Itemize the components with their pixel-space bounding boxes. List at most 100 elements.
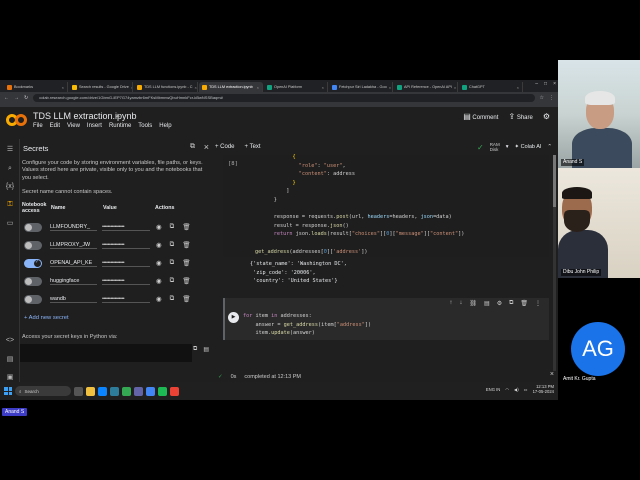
reload-icon[interactable]: ↻ (24, 95, 28, 101)
collapse-icon[interactable]: ⌃ (547, 144, 552, 150)
notebook-access-toggle[interactable] (24, 258, 42, 268)
battery-icon[interactable]: ▭ (524, 387, 528, 392)
taskbar-clock[interactable]: 12:13 PM 17-05-2024 (533, 384, 554, 394)
copy-icon[interactable]: ⧉ (170, 259, 175, 267)
secret-value[interactable]: •••••••••••••••• (102, 296, 150, 303)
copy-icon[interactable]: ⧉ (170, 295, 175, 303)
browser-tab[interactable]: OpenAI Platform × (264, 82, 328, 92)
files-icon[interactable]: ▭ (5, 219, 15, 229)
close-window-icon[interactable]: × (553, 81, 556, 87)
volume-icon[interactable]: ◀) (514, 387, 519, 392)
wifi-icon[interactable]: ◠ (505, 387, 509, 392)
spotify-icon[interactable] (158, 386, 167, 396)
notebook-access-toggle[interactable] (24, 222, 42, 232)
task-view-icon[interactable] (74, 386, 83, 396)
browser-tab[interactable]: API Reference - OpenAI API × (394, 82, 458, 92)
notebook-access-toggle[interactable] (24, 294, 42, 304)
notebook-scrollbar[interactable] (553, 155, 556, 388)
code-editor[interactable]: for item in addresses: answer = get_addr… (243, 312, 371, 338)
add-text-button[interactable]: + Text (245, 144, 261, 150)
show-value-icon[interactable]: ◉ (156, 241, 162, 249)
copy-icon[interactable]: ⧉ (170, 223, 175, 231)
notebook-access-toggle[interactable] (24, 276, 42, 286)
show-value-icon[interactable]: ◉ (156, 223, 162, 231)
delete-icon[interactable]: 🗑 (182, 259, 190, 267)
link-icon[interactable]: ⛓ (469, 300, 477, 307)
secret-value[interactable]: •••••••••••••••• (102, 224, 150, 231)
close-tab-icon[interactable]: × (454, 85, 456, 90)
code-editor[interactable]: { "role": "user", "content": address } ]… (255, 153, 464, 256)
secret-value[interactable]: •••••••••••••••• (102, 242, 150, 249)
colab-logo-icon[interactable] (6, 114, 28, 128)
delete-icon[interactable]: 🗑 (182, 241, 190, 249)
insert-icon[interactable]: ▤ (203, 346, 209, 353)
copy-icon[interactable]: ⧉ (170, 277, 175, 285)
close-tab-icon[interactable]: × (517, 85, 519, 90)
maximize-icon[interactable]: □ (544, 81, 547, 87)
browser-tab[interactable]: ChatGPT × (459, 82, 523, 92)
menu-runtime[interactable]: Runtime (109, 123, 131, 129)
language-indicator[interactable]: ENG IN (486, 387, 500, 392)
url-field[interactable]: colab.research.google.com/drive/1GbmG-lE… (33, 93, 535, 102)
participant-tile[interactable]: Dibu John Philip (558, 168, 640, 278)
close-tab-icon[interactable]: × (195, 85, 197, 90)
mirror-cell-icon[interactable]: ⧉ (509, 300, 513, 307)
close-tab-icon[interactable]: × (131, 85, 132, 90)
code-cell-active[interactable]: ↑ ↓ ⛓ ▤ ⚙ ⧉ 🗑 ⋮ ▶ for item in addresses:… (223, 298, 549, 340)
secret-name[interactable]: wandb (50, 296, 97, 303)
file-explorer-icon[interactable] (86, 386, 95, 396)
minimize-icon[interactable]: – (535, 81, 538, 87)
copy-icon[interactable]: ⧉ (193, 346, 197, 353)
menu-tools[interactable]: Tools (138, 123, 152, 129)
meet-icon[interactable] (146, 386, 155, 396)
chrome-icon[interactable] (122, 386, 131, 396)
move-down-icon[interactable]: ↓ (459, 300, 462, 307)
close-icon[interactable]: × (550, 371, 554, 378)
browser-menu-icon[interactable]: ⋮ (549, 95, 554, 101)
browser-tab[interactable]: Bookmarks × (4, 82, 68, 92)
menu-edit[interactable]: Edit (50, 123, 60, 129)
forward-icon[interactable]: → (14, 95, 19, 101)
close-icon[interactable]: × (204, 142, 209, 152)
bookmark-star-icon[interactable]: ☆ (540, 95, 544, 101)
delete-icon[interactable]: 🗑 (182, 277, 190, 285)
close-tab-icon[interactable]: × (322, 85, 324, 90)
close-tab-icon[interactable]: × (257, 85, 259, 90)
comment-button[interactable]: ▤ Comment (463, 112, 498, 121)
code-cell[interactable]: [8] { "role": "user", "content": address… (223, 153, 549, 257)
notebook-title[interactable]: TDS LLM extraction.ipynb (33, 111, 137, 121)
open-tab-icon[interactable]: ⧉ (190, 143, 195, 151)
windows-start-icon[interactable] (4, 387, 12, 395)
add-new-secret-button[interactable]: + Add new secret (24, 315, 69, 321)
menu-file[interactable]: File (33, 123, 43, 129)
edge-icon[interactable] (98, 386, 107, 396)
share-button[interactable]: ⇪ Share (508, 112, 532, 121)
drive-icon[interactable]: ▲ (115, 113, 121, 119)
show-value-icon[interactable]: ◉ (156, 295, 162, 303)
browser-tab[interactable]: TDS LLM functions.ipynb - C × (134, 82, 198, 92)
secret-value[interactable]: •••••••••••••••• (102, 278, 150, 285)
add-code-button[interactable]: + Code (215, 144, 235, 150)
browser-tab-active[interactable]: TDS LLM extraction.ipynb × (199, 82, 263, 92)
taskbar-search[interactable]: ⌕ Search (15, 386, 71, 396)
teams-icon[interactable] (134, 386, 143, 396)
code-snippets-icon[interactable]: <> (5, 337, 15, 347)
browser-tab[interactable]: Search results - Google Drive × (69, 82, 133, 92)
participant-tile[interactable]: Anand S (558, 60, 640, 168)
menu-help[interactable]: Help (159, 123, 171, 129)
run-cell-button[interactable]: ▶ (228, 312, 239, 323)
close-tab-icon[interactable]: × (389, 85, 391, 90)
show-value-icon[interactable]: ◉ (156, 277, 162, 285)
more-icon[interactable]: ⋮ (535, 300, 541, 307)
delete-icon[interactable]: 🗑 (520, 300, 528, 307)
secret-name[interactable]: OPENAI_API_KE (50, 260, 97, 267)
copy-icon[interactable]: ⧉ (170, 241, 175, 249)
menu-insert[interactable]: Insert (87, 123, 102, 129)
back-icon[interactable]: ← (4, 95, 9, 101)
delete-icon[interactable]: 🗑 (182, 223, 190, 231)
toc-icon[interactable]: ☰ (5, 145, 15, 155)
ram-disk-meter[interactable]: RAM Disk (490, 142, 500, 152)
participant-tile[interactable]: AG Amit Kr. Gupta (558, 305, 640, 385)
secret-name[interactable]: LLMPROXY_JW (50, 242, 97, 249)
search-icon[interactable]: ⌕ (5, 165, 15, 175)
